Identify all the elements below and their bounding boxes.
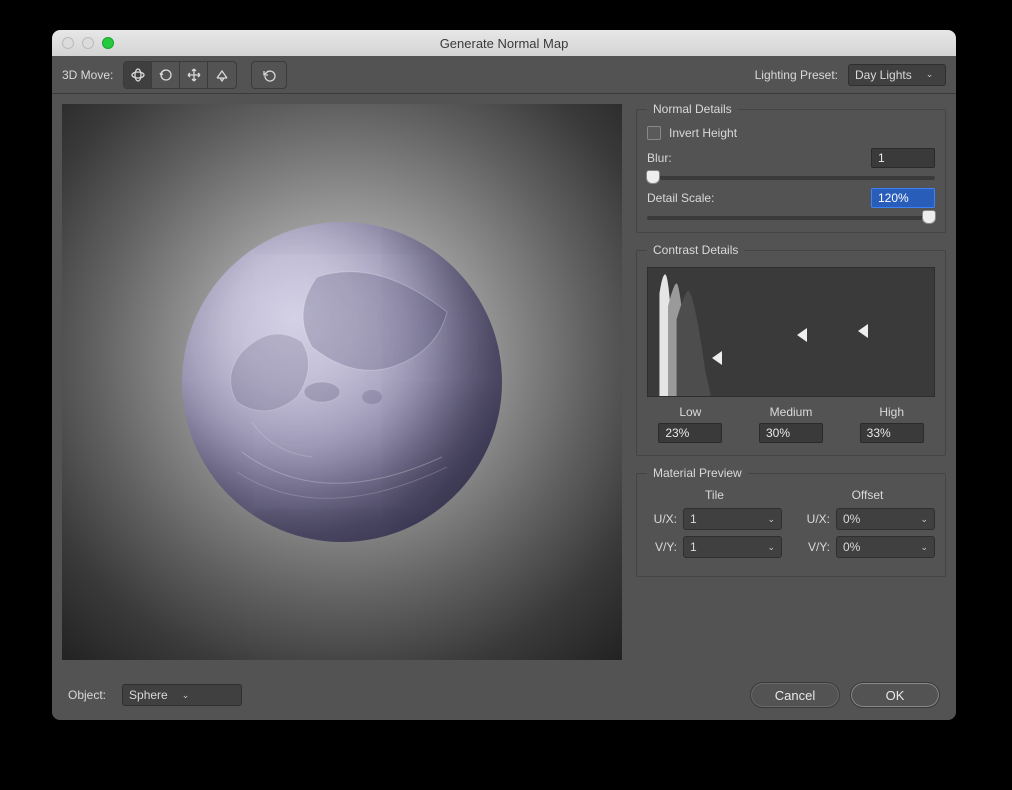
contrast-handle-high[interactable] — [858, 324, 868, 338]
tile-vy-label: V/Y: — [647, 540, 677, 554]
contrast-col-high: High — [848, 405, 935, 443]
detail-scale-input[interactable] — [871, 188, 935, 208]
toolbar: 3D Move: Lighting Preset: Day Lights — [52, 56, 956, 94]
contrast-low-input[interactable] — [658, 423, 722, 443]
content-area: Normal Details Invert Height Blur: Detai… — [52, 94, 956, 670]
offset-ux-select[interactable]: 0% ⌄ — [836, 508, 935, 530]
traffic-lights — [62, 37, 114, 49]
detail-scale-slider[interactable] — [647, 216, 935, 220]
chevron-down-icon: ⌄ — [926, 69, 934, 80]
lighting-preset-select[interactable]: Day Lights ⌄ — [848, 64, 946, 86]
contrast-histogram[interactable] — [647, 267, 935, 397]
chevron-down-icon: ⌄ — [920, 542, 928, 553]
tile-ux-select[interactable]: 1 ⌄ — [683, 508, 782, 530]
contrast-handle-medium[interactable] — [797, 328, 807, 342]
lighting-label: Lighting Preset: — [755, 68, 838, 82]
window-title: Generate Normal Map — [52, 36, 956, 51]
chevron-down-icon: ⌄ — [767, 542, 775, 553]
tile-column: Tile U/X: 1 ⌄ V/Y: 1 ⌄ — [647, 490, 782, 564]
object-select[interactable]: Sphere ⌄ — [122, 684, 242, 706]
offset-ux-value: 0% — [843, 512, 860, 526]
blur-label: Blur: — [647, 151, 737, 165]
contrast-low-label: Low — [679, 405, 701, 419]
offset-ux-label: U/X: — [800, 512, 830, 526]
offset-vy-label: V/Y: — [800, 540, 830, 554]
offset-vy-select[interactable]: 0% ⌄ — [836, 536, 935, 558]
tile-ux-value: 1 — [690, 512, 697, 526]
preview-sphere — [182, 222, 502, 542]
chevron-down-icon: ⌄ — [767, 514, 775, 525]
chevron-down-icon: ⌄ — [920, 514, 928, 525]
undo-group — [251, 61, 287, 89]
tile-ux-label: U/X: — [647, 512, 677, 526]
normal-details-legend: Normal Details — [647, 102, 738, 116]
invert-height-label: Invert Height — [669, 126, 737, 140]
histogram-chart-icon — [648, 268, 934, 396]
lighting-preset-value: Day Lights — [855, 68, 912, 82]
contrast-high-label: High — [879, 405, 904, 419]
blur-slider[interactable] — [647, 176, 935, 180]
maximize-icon[interactable] — [102, 37, 114, 49]
contrast-details-fieldset: Contrast Details Low — [636, 243, 946, 456]
dialog-window: Generate Normal Map 3D Move: Lighting Pr… — [52, 30, 956, 720]
detail-scale-slider-thumb[interactable] — [922, 210, 936, 224]
offset-column: Offset U/X: 0% ⌄ V/Y: 0% — [800, 490, 935, 564]
sphere-detail-icon — [182, 222, 502, 542]
tile-label: Tile — [647, 488, 782, 502]
blur-slider-thumb[interactable] — [646, 170, 660, 184]
object-value: Sphere — [129, 688, 168, 702]
slide-tool-button[interactable] — [208, 62, 236, 88]
preview-viewport[interactable] — [62, 104, 622, 660]
blur-input[interactable] — [871, 148, 935, 168]
material-preview-fieldset: Material Preview Tile U/X: 1 ⌄ V/Y: — [636, 466, 946, 577]
offset-label: Offset — [800, 488, 935, 502]
minimize-icon[interactable] — [82, 37, 94, 49]
normal-details-fieldset: Normal Details Invert Height Blur: Detai… — [636, 102, 946, 233]
contrast-col-medium: Medium — [748, 405, 835, 443]
material-preview-legend: Material Preview — [647, 466, 748, 480]
contrast-medium-label: Medium — [770, 405, 813, 419]
contrast-col-low: Low — [647, 405, 734, 443]
contrast-handle-low[interactable] — [712, 351, 722, 365]
tile-vy-value: 1 — [690, 540, 697, 554]
cancel-button[interactable]: Cancel — [750, 682, 840, 708]
move-label: 3D Move: — [62, 68, 113, 82]
contrast-details-legend: Contrast Details — [647, 243, 744, 257]
tile-vy-select[interactable]: 1 ⌄ — [683, 536, 782, 558]
contrast-medium-input[interactable] — [759, 423, 823, 443]
orbit-tool-button[interactable] — [124, 62, 152, 88]
offset-vy-value: 0% — [843, 540, 860, 554]
footer: Object: Sphere ⌄ Cancel OK — [52, 670, 956, 720]
left-pane — [52, 94, 632, 670]
ok-button[interactable]: OK — [850, 682, 940, 708]
object-label: Object: — [68, 688, 106, 702]
close-icon[interactable] — [62, 37, 74, 49]
reset-button[interactable] — [252, 62, 286, 88]
invert-height-checkbox[interactable] — [647, 126, 661, 140]
contrast-high-input[interactable] — [860, 423, 924, 443]
titlebar: Generate Normal Map — [52, 30, 956, 56]
lighting-preset-group: Lighting Preset: Day Lights ⌄ — [755, 64, 946, 86]
right-pane: Normal Details Invert Height Blur: Detai… — [632, 94, 956, 670]
move-tool-group — [123, 61, 237, 89]
detail-scale-label: Detail Scale: — [647, 191, 737, 205]
pan-tool-button[interactable] — [180, 62, 208, 88]
chevron-down-icon: ⌄ — [182, 690, 190, 701]
roll-tool-button[interactable] — [152, 62, 180, 88]
contrast-values-row: Low Medium High — [647, 405, 935, 443]
